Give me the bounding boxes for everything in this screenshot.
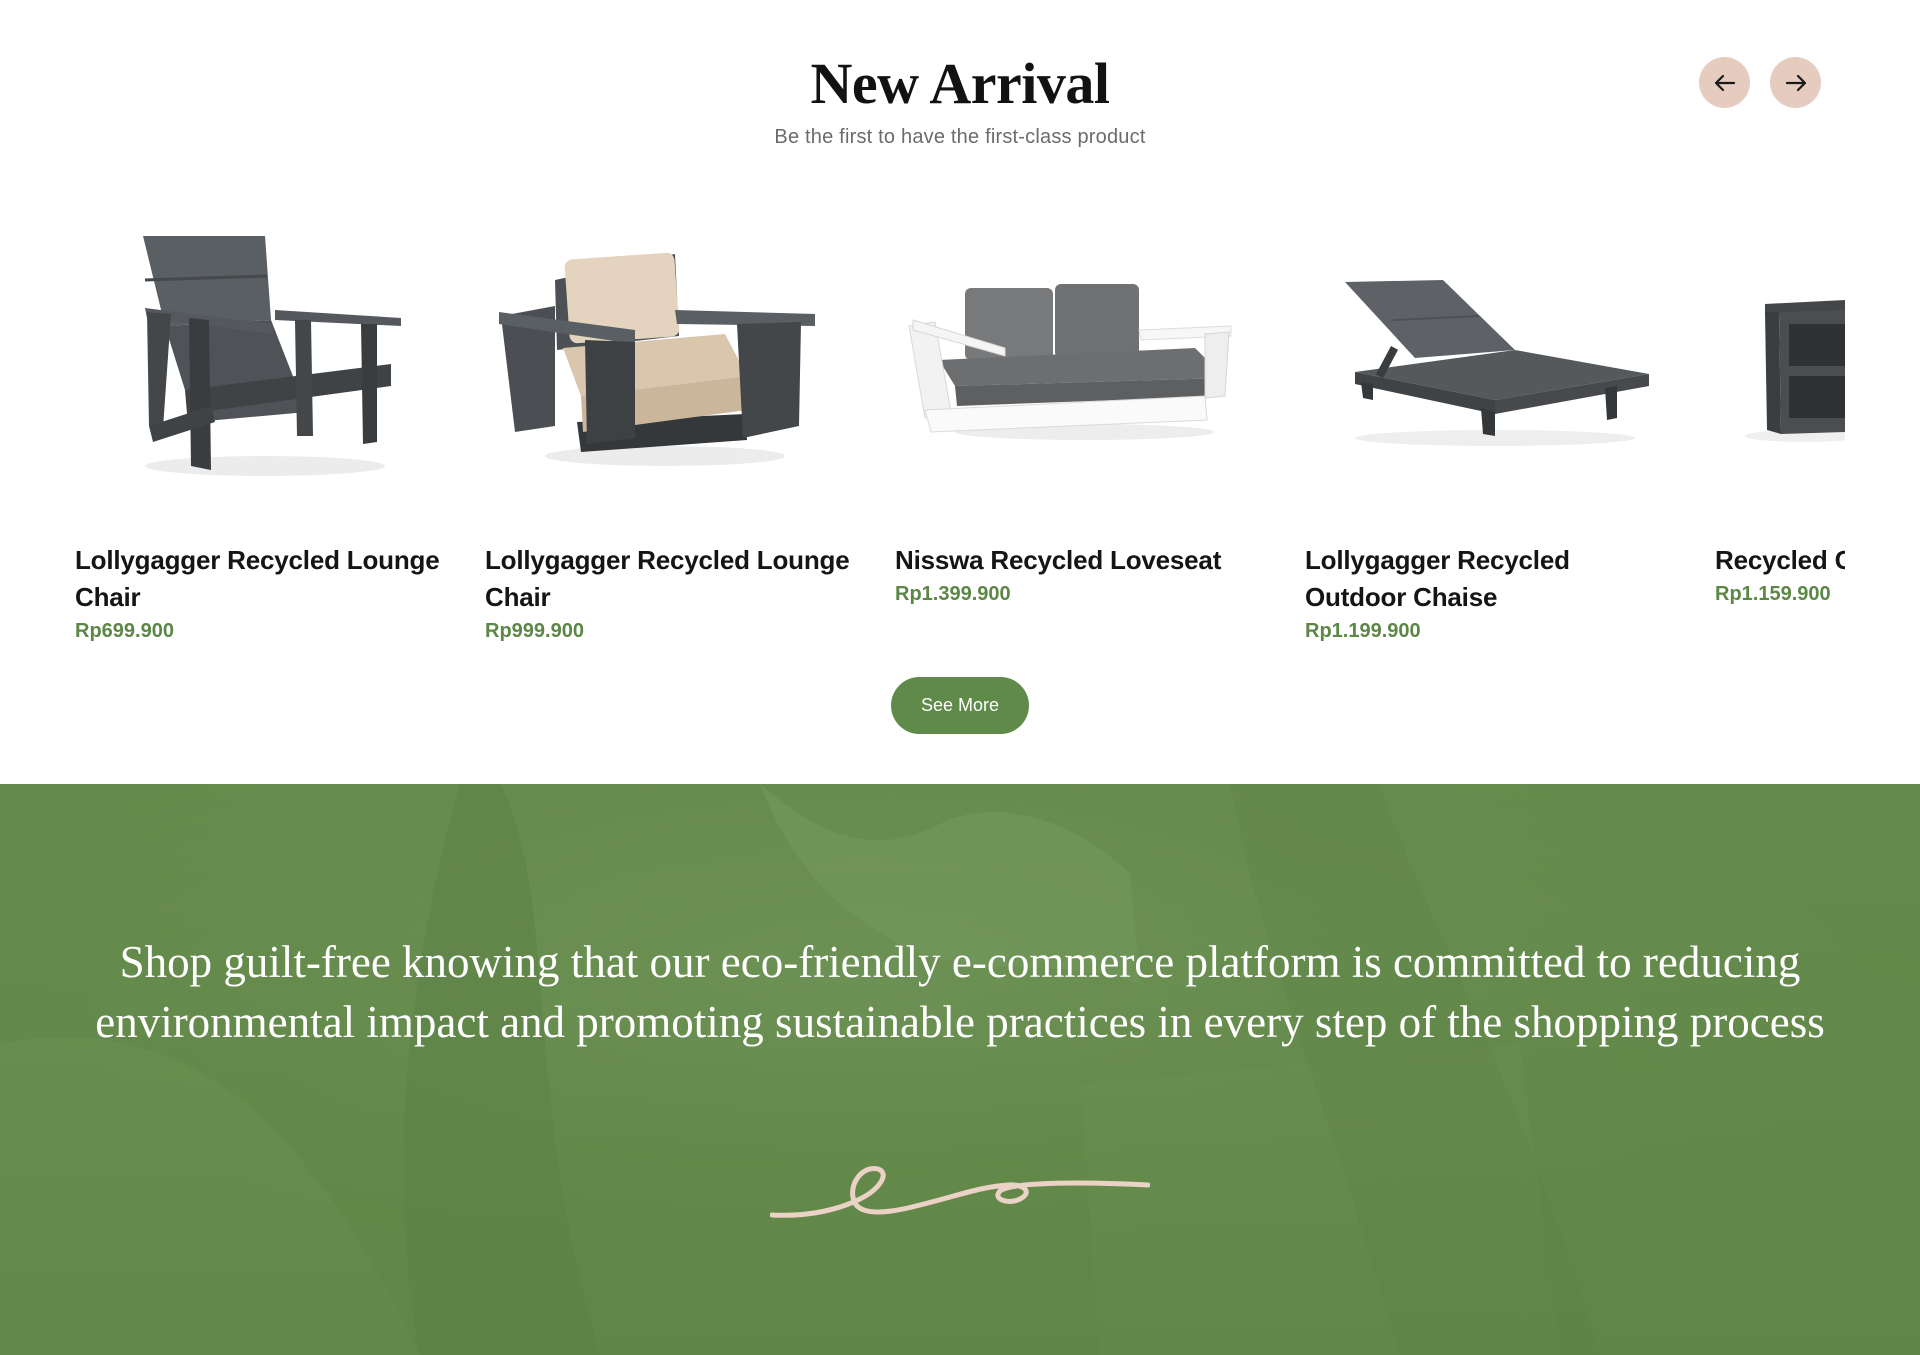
product-image-chaise-lounge[interactable]: [1305, 200, 1675, 500]
product-price: Rp699.900: [75, 620, 174, 642]
product-image-loveseat[interactable]: [895, 200, 1265, 500]
product-name[interactable]: Lollygagger Recycled Outdoor Chaise: [1305, 542, 1675, 616]
flourish-icon: [770, 1166, 1150, 1218]
product-card[interactable]: Lollygagger Recycled Lounge Chair Rp999.…: [485, 200, 855, 660]
product-name[interactable]: Lollygagger Recycled Lounge Chair: [485, 542, 855, 616]
product-card[interactable]: Lollygagger Recycled Outdoor Chaise Rp1.…: [1305, 200, 1675, 660]
product-price: Rp1.199.900: [1305, 620, 1421, 642]
new-arrival-section: New Arrival Be the first to have the fir…: [0, 0, 1920, 784]
product-name[interactable]: Lollygagger Recycled Lounge Chair: [75, 542, 445, 616]
product-card[interactable]: Recycled C Rp1.159.900: [1715, 200, 1845, 660]
product-name[interactable]: Recycled C: [1715, 542, 1845, 579]
section-title: New Arrival: [810, 51, 1110, 116]
product-carousel: Lollygagger Recycled Lounge Chair Rp699.…: [75, 200, 1845, 660]
banner-text: Shop guilt-free knowing that our eco-fri…: [95, 937, 1825, 1047]
carousel-prev-button[interactable]: [1699, 57, 1750, 108]
product-price: Rp999.900: [485, 620, 584, 642]
section-subtitle: Be the first to have the first-class pro…: [774, 126, 1146, 148]
arrow-left-icon: [1714, 74, 1735, 91]
product-image-adirondack-chair[interactable]: [75, 200, 445, 500]
product-card[interactable]: Nisswa Recycled Loveseat Rp1.399.900: [895, 200, 1265, 660]
product-image-cushioned-armchair[interactable]: [485, 200, 855, 500]
product-card[interactable]: Lollygagger Recycled Lounge Chair Rp699.…: [75, 200, 445, 660]
carousel-next-button[interactable]: [1770, 57, 1821, 108]
see-more-button[interactable]: See More: [891, 677, 1029, 734]
eco-banner: Shop guilt-free knowing that our eco-fri…: [0, 784, 1920, 1355]
product-image-side-table[interactable]: [1715, 200, 1845, 500]
product-price: Rp1.159.900: [1715, 583, 1831, 605]
arrow-right-icon: [1785, 74, 1806, 91]
banner-background-image: [0, 784, 1920, 1355]
product-name[interactable]: Nisswa Recycled Loveseat: [895, 542, 1265, 579]
product-price: Rp1.399.900: [895, 583, 1011, 605]
